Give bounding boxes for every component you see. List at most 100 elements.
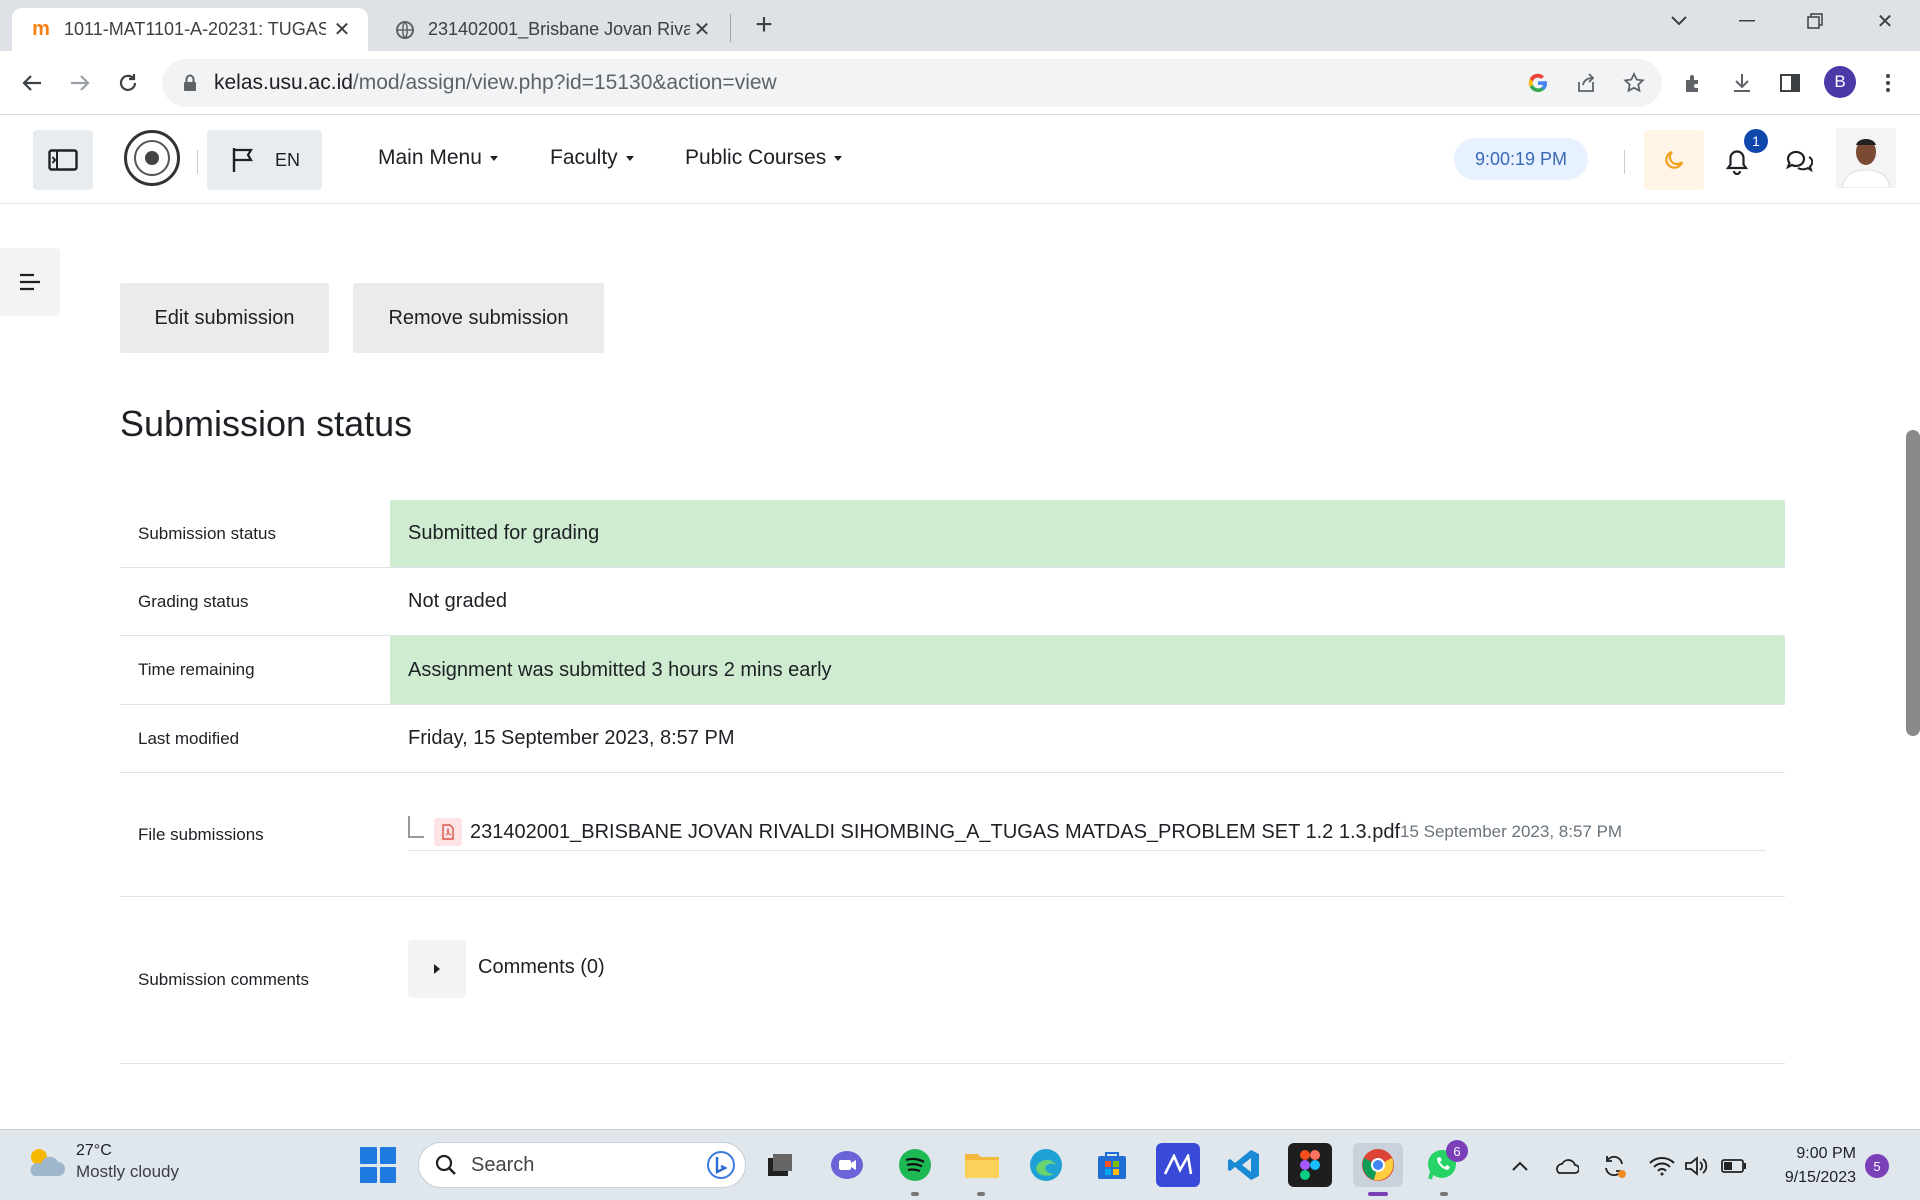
teams-chat-icon[interactable]: [825, 1143, 869, 1187]
nav-divider: [1624, 150, 1625, 174]
row-label: File submissions: [138, 825, 264, 844]
windows-start-icon[interactable]: [360, 1147, 396, 1183]
battery-icon[interactable]: [1720, 1152, 1748, 1180]
browser-tabstrip: m 1011-MAT1101-A-20231: TUGAS ✕ 23140200…: [0, 0, 1920, 51]
edit-submission-button[interactable]: Edit submission: [120, 283, 329, 353]
notification-count-badge: 1: [1744, 129, 1768, 153]
sync-icon[interactable]: [1600, 1152, 1628, 1180]
caret-down-icon: [489, 155, 498, 161]
university-logo[interactable]: [124, 130, 180, 186]
table-row: File submissions 231402001_BRISBANE JOVA…: [120, 773, 1785, 897]
remove-submission-button[interactable]: Remove submission: [353, 283, 604, 353]
file-link[interactable]: 231402001_BRISBANE JOVAN RIVALDI SIHOMBI…: [470, 821, 1400, 844]
bing-icon[interactable]: [707, 1150, 735, 1180]
row-label: Last modified: [138, 729, 240, 748]
google-icon[interactable]: [1524, 69, 1552, 97]
table-row: Submission comments Comments (0): [120, 897, 1785, 1064]
time-remaining-value: Assignment was submitted 3 hours 2 mins …: [390, 636, 1785, 704]
time-display: 9:00:19 PM: [1454, 138, 1588, 180]
more-menu-icon[interactable]: [1870, 65, 1906, 101]
tab-title: 231402001_Brisbane Jovan Rivaldi: [428, 19, 690, 39]
open-course-index-button[interactable]: [0, 248, 60, 316]
tab-title: 1011-MAT1101-A-20231: TUGAS: [64, 19, 326, 39]
microsoft-store-icon[interactable]: [1090, 1143, 1134, 1187]
forward-arrow-icon[interactable]: [62, 65, 98, 101]
row-label: Time remaining: [138, 660, 255, 679]
minimize-button[interactable]: [1712, 0, 1782, 42]
windows-taskbar: 27°C Mostly cloudy Search 6 9:00 PM 9/15…: [0, 1129, 1920, 1200]
system-date: 9/15/2023: [1784, 1169, 1856, 1186]
file-submissions-value: 231402001_BRISBANE JOVAN RIVALDI SIHOMBI…: [390, 773, 1785, 896]
profile-avatar[interactable]: B: [1824, 66, 1856, 98]
running-indicator: [911, 1192, 919, 1196]
system-clock[interactable]: 9:00 PM 9/15/2023: [1785, 1142, 1856, 1190]
reload-icon[interactable]: [110, 65, 146, 101]
comments-link[interactable]: Comments (0): [478, 956, 605, 979]
bookmark-star-icon[interactable]: [1620, 69, 1648, 97]
weather-widget[interactable]: 27°C Mostly cloudy: [24, 1142, 179, 1182]
chrome-icon[interactable]: [1353, 1143, 1403, 1187]
expand-comments-button[interactable]: [408, 940, 466, 998]
figma-icon[interactable]: [1288, 1143, 1332, 1187]
table-row: Last modified Friday, 15 September 2023,…: [120, 705, 1785, 773]
submission-status-value: Submitted for grading: [390, 500, 1785, 567]
public-courses-dropdown[interactable]: Public Courses: [685, 146, 843, 170]
messages-chat-icon[interactable]: [1782, 144, 1816, 178]
tree-connector: [408, 816, 424, 838]
row-label: Submission status: [138, 524, 276, 543]
back-arrow-icon[interactable]: [14, 65, 50, 101]
table-row: Submission status Submitted for grading: [120, 500, 1785, 568]
grading-status-value: Not graded: [408, 590, 507, 612]
math-app-icon[interactable]: [1156, 1143, 1200, 1187]
onedrive-cloud-icon[interactable]: [1552, 1152, 1580, 1180]
close-tab-icon[interactable]: ✕: [690, 17, 714, 42]
pdf-file-icon: [434, 818, 462, 846]
new-tab-button[interactable]: +: [748, 10, 780, 42]
scrollbar-thumb[interactable]: [1906, 430, 1920, 736]
triangle-right-icon: [434, 964, 440, 974]
close-window-button[interactable]: ✕: [1850, 0, 1920, 42]
spotify-icon[interactable]: [893, 1143, 937, 1187]
taskbar-search-input[interactable]: Search: [418, 1142, 746, 1188]
volume-icon[interactable]: [1682, 1152, 1710, 1180]
edge-browser-icon[interactable]: [1024, 1143, 1068, 1187]
url-text[interactable]: kelas.usu.ac.id/mod/assign/view.php?id=1…: [214, 71, 777, 95]
close-tab-icon[interactable]: ✕: [330, 17, 354, 42]
chevron-up-icon[interactable]: [1506, 1152, 1534, 1180]
logo-emblem: [145, 151, 159, 165]
search-icon: [435, 1154, 456, 1175]
main-menu-dropdown[interactable]: Main Menu: [378, 146, 498, 170]
course-index-toggle-button[interactable]: [33, 130, 93, 190]
moodle-favicon-icon: m: [32, 18, 50, 40]
download-icon[interactable]: [1724, 65, 1760, 101]
share-icon[interactable]: [1572, 69, 1600, 97]
restore-button[interactable]: [1780, 0, 1850, 42]
vscode-icon[interactable]: [1222, 1143, 1266, 1187]
dark-mode-toggle[interactable]: [1644, 130, 1704, 190]
table-row: Grading status Not graded: [120, 568, 1785, 636]
notification-center-badge[interactable]: 5: [1865, 1154, 1889, 1178]
tab-assignment[interactable]: m 1011-MAT1101-A-20231: TUGAS ✕: [12, 8, 368, 51]
faculty-dropdown[interactable]: Faculty: [550, 146, 634, 170]
list-menu-icon: [20, 273, 40, 291]
wifi-icon[interactable]: [1648, 1152, 1676, 1180]
partly-cloudy-icon: [30, 1149, 65, 1176]
user-avatar[interactable]: [1836, 128, 1896, 188]
side-panel-icon[interactable]: [1772, 65, 1808, 101]
weather-description: Mostly cloudy: [76, 1162, 179, 1181]
submission-comments-value: Comments (0): [390, 897, 1785, 1063]
tab-file[interactable]: 231402001_Brisbane Jovan Rivaldi ✕: [376, 8, 728, 51]
public-courses-label: Public Courses: [685, 146, 827, 169]
task-view-icon[interactable]: [758, 1143, 802, 1187]
running-indicator: [1440, 1192, 1448, 1196]
active-indicator: [1368, 1192, 1388, 1196]
lock-icon[interactable]: [180, 73, 200, 93]
language-selector[interactable]: EN: [207, 130, 322, 190]
tab-separator: [730, 14, 731, 42]
file-timestamp: 15 September 2023, 8:57 PM: [1400, 822, 1623, 841]
tab-search-icon[interactable]: [1644, 0, 1714, 42]
address-bar[interactable]: kelas.usu.ac.id/mod/assign/view.php?id=1…: [162, 59, 1662, 107]
file-explorer-icon[interactable]: [960, 1143, 1004, 1187]
nav-divider: [197, 150, 198, 174]
extensions-puzzle-icon[interactable]: [1676, 65, 1712, 101]
